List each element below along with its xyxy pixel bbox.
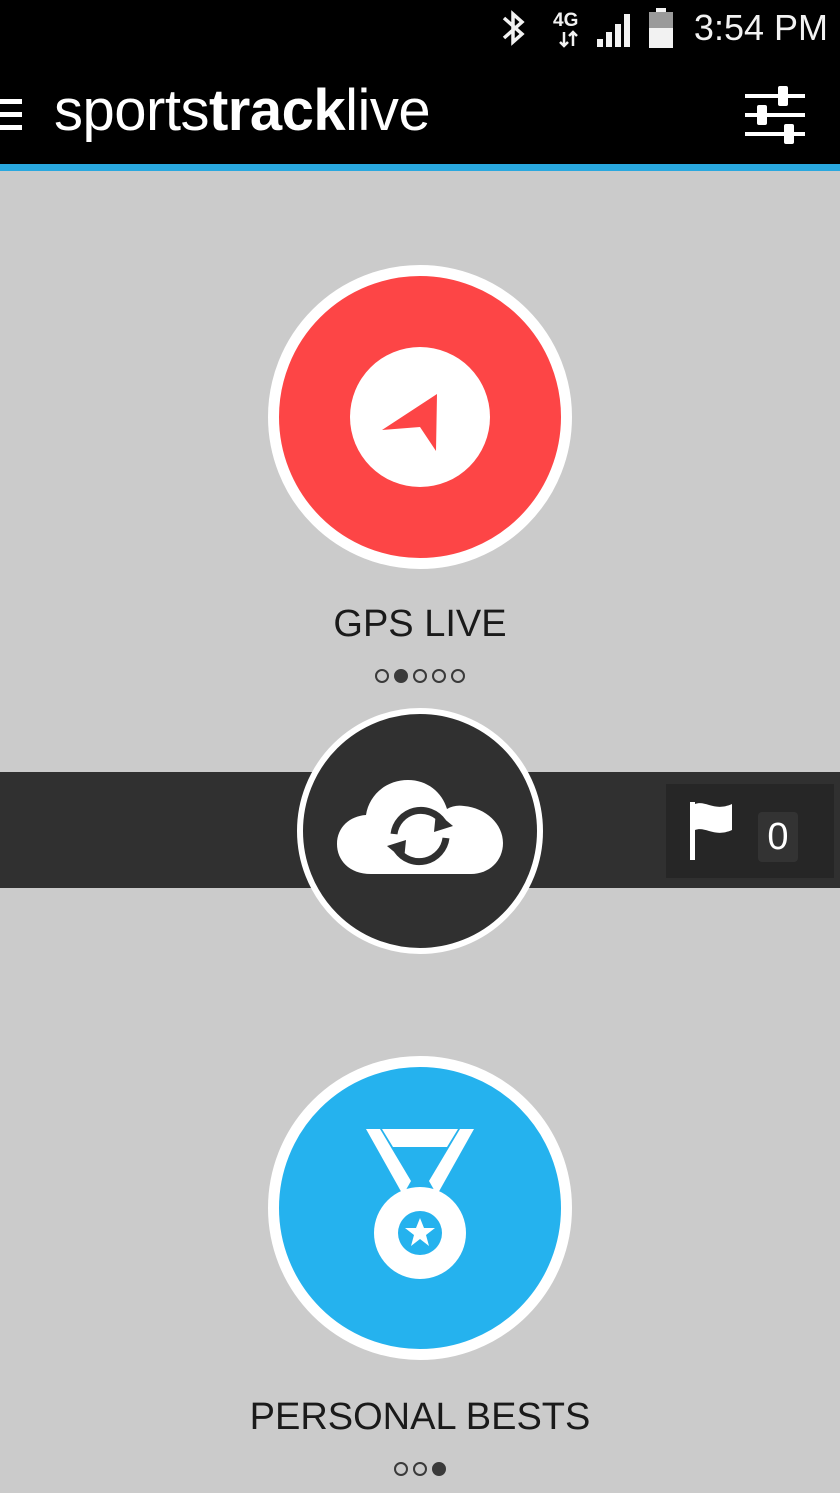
settings-sliders-icon[interactable] (745, 85, 805, 145)
page-dot (375, 669, 389, 683)
page-dot-active (394, 669, 408, 683)
app-title-live: live (345, 78, 431, 143)
status-bar: 4G 3:54 PM (0, 0, 840, 58)
bluetooth-icon (498, 6, 530, 50)
cloud-sync-icon (337, 780, 503, 874)
app-bar-accent (0, 164, 840, 171)
app-title-track: track (208, 78, 346, 143)
flag-icon (690, 802, 732, 860)
page-dot (394, 1462, 408, 1476)
flag-count: 0 (758, 812, 798, 862)
gps-live-inner-circle (350, 347, 490, 487)
status-time: 3:54 PM (693, 7, 828, 48)
personal-bests-label: PERSONAL BESTS (249, 1396, 591, 1438)
page-dot-active (432, 1462, 446, 1476)
menu-icon[interactable] (0, 97, 22, 133)
flags-widget[interactable] (666, 784, 834, 878)
signal-icon (596, 6, 636, 50)
page-dot (413, 669, 427, 683)
battery-icon (646, 6, 678, 50)
personal-bests-button[interactable] (268, 1056, 572, 1360)
gps-live-page-indicator (0, 669, 840, 683)
network-label: 4G (553, 10, 578, 31)
personal-bests-page-indicator (0, 1462, 840, 1476)
app-title-sports: sports (54, 78, 209, 143)
gps-live-button[interactable] (268, 265, 572, 569)
page-dot (432, 669, 446, 683)
app-title: sportstracklive (54, 78, 431, 144)
network-4g-icon: 4G (550, 6, 590, 50)
page-dot (413, 1462, 427, 1476)
navigation-arrow-icon (382, 394, 437, 451)
page-dot (451, 669, 465, 683)
gps-live-label: GPS LIVE (333, 603, 507, 645)
sync-button[interactable] (297, 708, 543, 954)
medal-icon (366, 1129, 474, 1279)
